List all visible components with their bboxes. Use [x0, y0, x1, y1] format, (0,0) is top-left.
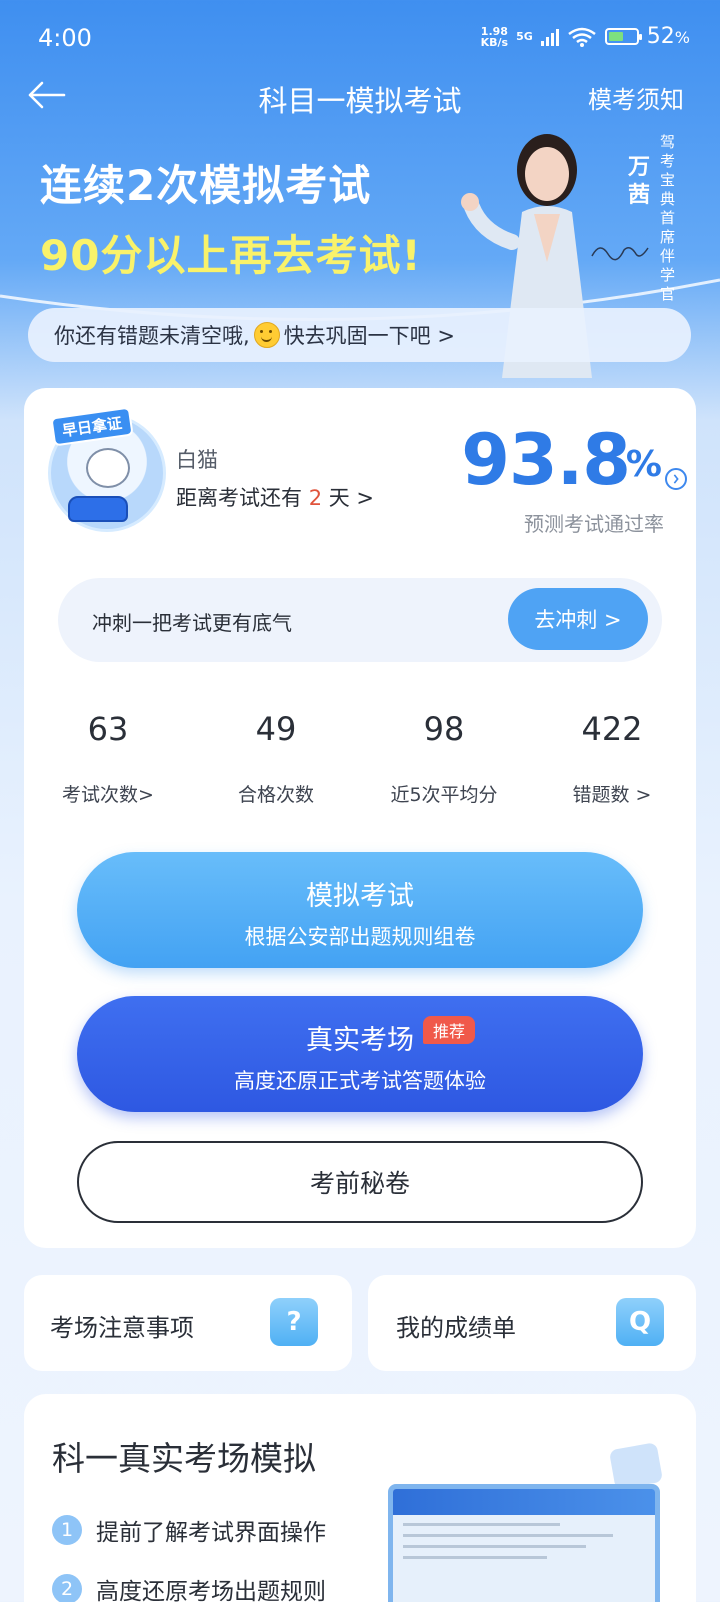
recommended-badge: 推荐 — [423, 1016, 476, 1044]
stat-exam-count[interactable]: 63 — [28, 710, 188, 748]
coach-title: 驾考宝典首席伴学官 — [660, 133, 676, 303]
car-icon — [68, 496, 128, 522]
status-time: 4:00 — [38, 24, 92, 52]
sprint-button[interactable]: 去冲刺 > — [508, 588, 648, 650]
feature-text: 提前了解考试界面操作 — [96, 1520, 326, 1546]
feature-text: 高度还原考场出题规则 — [96, 1579, 326, 1602]
network-type: 5G — [516, 30, 533, 43]
stat-exam-count-label[interactable]: 考试次数> — [28, 780, 188, 807]
signal-icon — [540, 28, 559, 46]
wrong-questions-tip[interactable]: 你还有错题未清空哦, 快去巩固一下吧 > — [28, 308, 691, 362]
avatar-character — [86, 448, 130, 488]
tip-text-1: 你还有错题未清空哦, — [54, 324, 250, 348]
sprint-text: 冲刺一把考试更有底气 — [92, 611, 292, 635]
pre-exam-secret-button[interactable]: 考前秘卷 — [77, 1141, 643, 1223]
stat-wrong-count-label[interactable]: 错题数 > — [532, 780, 692, 807]
countdown-suffix: 天 > — [322, 486, 375, 510]
exam-notice-link[interactable]: 模考须知 — [588, 80, 684, 115]
coach-name: 万茜 — [628, 155, 651, 208]
stat-pass-count: 49 — [255, 710, 297, 748]
stat-average-score: 98 — [423, 710, 465, 748]
signature-image — [591, 247, 649, 261]
search-list-icon: Q — [616, 1298, 664, 1346]
countdown-prefix: 距离考试还有 — [176, 486, 309, 510]
feature-number: 2 — [52, 1574, 82, 1602]
real-exam-title: 真实考场 — [306, 1025, 414, 1056]
banner-headline: 连续2次模拟考试 — [40, 161, 372, 210]
checkmark-decoration-icon — [608, 1442, 664, 1490]
battery-icon — [604, 28, 642, 45]
network-speed: 1.98 KB/s — [481, 26, 508, 48]
mock-exam-button[interactable]: 模拟考试 根据公安部出题规则组卷 — [77, 852, 643, 968]
battery-level: 52% — [646, 24, 690, 49]
mock-exam-title: 模拟考试 — [306, 881, 414, 912]
stat-pass-count-label: 合格次数 — [237, 784, 314, 806]
pass-rate-value[interactable]: 93.8 — [461, 420, 631, 500]
score-report-label: 我的成绩单 — [396, 1314, 516, 1342]
section-title: 科一真实考场模拟 — [52, 1439, 316, 1478]
tip-text-2: 快去巩固一下吧 > — [283, 324, 455, 348]
wifi-icon — [568, 27, 596, 47]
stat-wrong-count[interactable]: 422 — [532, 710, 692, 748]
net-speed-unit: KB/s — [480, 35, 509, 49]
real-exam-button[interactable]: 真实考场 高度还原正式考试答题体验 — [77, 996, 643, 1112]
mock-exam-subtitle: 根据公安部出题规则组卷 — [244, 925, 476, 949]
question-icon: ? — [270, 1298, 318, 1346]
pass-rate-label: 预测考试通过率 — [524, 512, 664, 536]
exam-interface-preview-image — [388, 1484, 660, 1602]
user-name: 白猫 — [176, 448, 218, 472]
feature-number: 1 — [52, 1515, 82, 1545]
exam-notes-label: 考场注意事项 — [50, 1314, 194, 1342]
countdown-days: 2 — [308, 486, 323, 510]
stat-average-score-label: 近5次平均分 — [390, 784, 498, 806]
net-speed-value: 1.98 — [480, 24, 508, 38]
chevron-right-circle-icon[interactable] — [665, 468, 687, 490]
pass-rate-unit: % — [625, 444, 662, 485]
real-exam-subtitle: 高度还原正式考试答题体验 — [234, 1069, 486, 1093]
exam-countdown[interactable]: 距离考试还有 2 天 > — [176, 482, 374, 512]
smile-icon — [253, 322, 280, 348]
status-icons: 1.98 KB/s 5G 52% — [481, 24, 690, 49]
